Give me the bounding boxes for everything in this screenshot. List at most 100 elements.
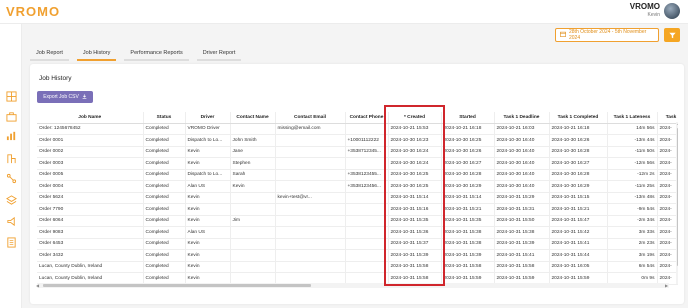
horizontal-scroll-thumb[interactable]: [43, 284, 311, 287]
avatar[interactable]: [664, 3, 680, 19]
sidebar-jobs-icon[interactable]: [5, 110, 17, 122]
vertical-scroll-thumb[interactable]: [677, 128, 678, 266]
sidebar-drivers-icon[interactable]: [5, 152, 17, 164]
table-cell: -12m 56s: [607, 157, 658, 170]
sidebar-zones-icon[interactable]: [5, 194, 17, 206]
download-icon: [82, 93, 87, 101]
table-cell: 2024-: [657, 157, 678, 170]
table-row[interactable]: Order 0004 Completed Alan US Kevin +35381234…: [37, 180, 678, 193]
table-cell: 2024-: [657, 146, 678, 158]
sidebar-dashboard-icon[interactable]: [5, 90, 17, 102]
table-cell: Stephen: [230, 157, 276, 170]
table-cell: +3538712345...: [345, 146, 389, 158]
table-cell: Order 0004: [37, 180, 144, 193]
table-cell: Completed: [143, 146, 186, 158]
table-cell: 2024-10-31 15:39: [494, 238, 550, 250]
table-row[interactable]: Order 6453 Completed Kevin 2024-10-31 15:37…: [37, 238, 678, 250]
column-header[interactable]: Task 1 Completed: [549, 112, 608, 124]
table-cell: Completed: [143, 123, 186, 135]
table-cell: [275, 249, 346, 262]
filter-button[interactable]: [664, 28, 680, 42]
table-row[interactable]: Order 0005 Completed Dispatch to Lo... Sara…: [37, 169, 678, 181]
table-row[interactable]: Order 0003 Completed Kevin Stephen 2024-10-3…: [37, 157, 678, 170]
table-cell: Completed: [143, 226, 186, 239]
table-cell: [230, 249, 276, 262]
tab-job-history[interactable]: Job History: [76, 48, 117, 61]
table-cell: 2024-10-30 16:25: [441, 134, 495, 147]
column-header[interactable]: Started: [441, 112, 495, 124]
sidebar-routes-icon[interactable]: [5, 172, 17, 184]
sidebar-announcements-icon[interactable]: [5, 215, 17, 227]
table-cell: Completed: [143, 157, 186, 170]
table-cell: 2024-10-31 15:58: [494, 261, 550, 273]
table-cell: 2024-: [657, 215, 678, 227]
table-cell: Order 6453: [37, 238, 144, 250]
column-header[interactable]: Task 1 Lateness: [607, 112, 658, 124]
column-header[interactable]: Job Name: [37, 112, 144, 124]
table-cell: [345, 238, 389, 250]
table-row[interactable]: Order: 1245678452 Completed VROMO Driver mi…: [37, 123, 678, 135]
column-header[interactable]: Task 1 Deadline: [494, 112, 550, 124]
table-cell: VROMO Driver: [185, 123, 231, 135]
table-cell: 2024-10-31 15:41: [494, 249, 550, 262]
table-cell: Kevin: [230, 180, 276, 193]
scroll-up-icon[interactable]: ▲: [677, 121, 679, 126]
sidebar-reports-icon[interactable]: [5, 129, 17, 141]
user-subtitle: Kevin: [647, 12, 660, 18]
table-cell: Completed: [143, 134, 186, 147]
table-cell: Completed: [143, 261, 186, 273]
table-cell: [345, 203, 389, 216]
table-cell: Alan US: [185, 180, 231, 193]
table-cell: Sarah: [230, 169, 276, 181]
sidebar: [0, 24, 22, 308]
tab-job-report[interactable]: Job Report: [30, 48, 69, 61]
column-header[interactable]: Status: [143, 112, 186, 124]
table-row[interactable]: Order 0002 Completed Kevin Jane +3538712345.…: [37, 146, 678, 158]
table-cell: 2024-10-31 15:21: [549, 203, 608, 216]
panel-title: Job History: [39, 75, 72, 82]
table-cell: Lucan, County Dublin, Ireland: [37, 261, 144, 273]
table-cell: [345, 123, 389, 135]
table-cell: Kevin: [185, 215, 231, 227]
table-cell: [230, 226, 276, 239]
table-row[interactable]: Order 6064 Completed Kevin Jim 2024-10-31 15…: [37, 215, 678, 227]
tab-performance-reports[interactable]: Performance Reports: [124, 48, 189, 61]
table-cell: 2024-10-31 15:47: [549, 215, 608, 227]
table-cell: [275, 157, 346, 170]
user-menu[interactable]: VROMO Kevin: [630, 2, 680, 20]
column-header[interactable]: Contact Phone: [345, 112, 389, 124]
table-cell: Kevin: [185, 146, 231, 158]
date-range-picker[interactable]: 28th October 2024 - 5th November 2024: [555, 28, 659, 42]
scroll-left-icon[interactable]: ◀: [36, 283, 39, 288]
table-cell: 2024-10-30 16:28: [441, 169, 495, 181]
table-cell: Order 6064: [37, 215, 144, 227]
horizontal-scrollbar[interactable]: ◀ ▶: [36, 283, 669, 288]
table-row[interactable]: Order 9083 Completed Alan US 2024-10-31 15:…: [37, 226, 678, 239]
sidebar-documents-icon[interactable]: [5, 236, 17, 248]
report-tabs: Job Report Job History Performance Repor…: [30, 48, 242, 61]
table-row[interactable]: Lucan, County Dublin, Ireland Completed Ke…: [37, 261, 678, 273]
column-header[interactable]: Driver: [185, 112, 231, 124]
table-row[interactable]: Order 7790 Completed Kevin 2024-10-31 15:16…: [37, 203, 678, 216]
table-cell: [345, 157, 389, 170]
scroll-right-icon[interactable]: ▶: [665, 283, 668, 288]
table-row[interactable]: Order 0001 Completed Dispatch to Lo... John…: [37, 134, 678, 147]
table-cell: 2024-10-31 15:58: [441, 261, 495, 273]
top-bar: VROMO VROMO Kevin: [0, 0, 688, 24]
column-header[interactable]: Contact Name: [230, 112, 276, 124]
table-cell: +10001112222: [345, 134, 389, 147]
table-cell: Kevin: [185, 249, 231, 262]
app-logo[interactable]: VROMO: [6, 4, 60, 19]
table-row[interactable]: Order 3432 Completed Kevin 2024-10-31 15:39…: [37, 249, 678, 262]
vertical-scrollbar[interactable]: ▲: [676, 121, 679, 284]
table-cell: 2024-10-30 16:29: [549, 180, 608, 193]
column-header[interactable]: Contact Email: [275, 112, 346, 124]
table-cell: 2024-: [657, 203, 678, 216]
export-csv-button[interactable]: Export Job CSV: [37, 91, 93, 103]
calendar-icon: [560, 31, 566, 39]
table-cell: [275, 169, 346, 181]
column-header[interactable]: Task: [657, 112, 678, 124]
table-row[interactable]: Order 5624 Completed Kevin kevin+test@vr...…: [37, 192, 678, 204]
table-cell: Kevin: [185, 261, 231, 273]
tab-driver-report[interactable]: Driver Report: [196, 48, 242, 61]
